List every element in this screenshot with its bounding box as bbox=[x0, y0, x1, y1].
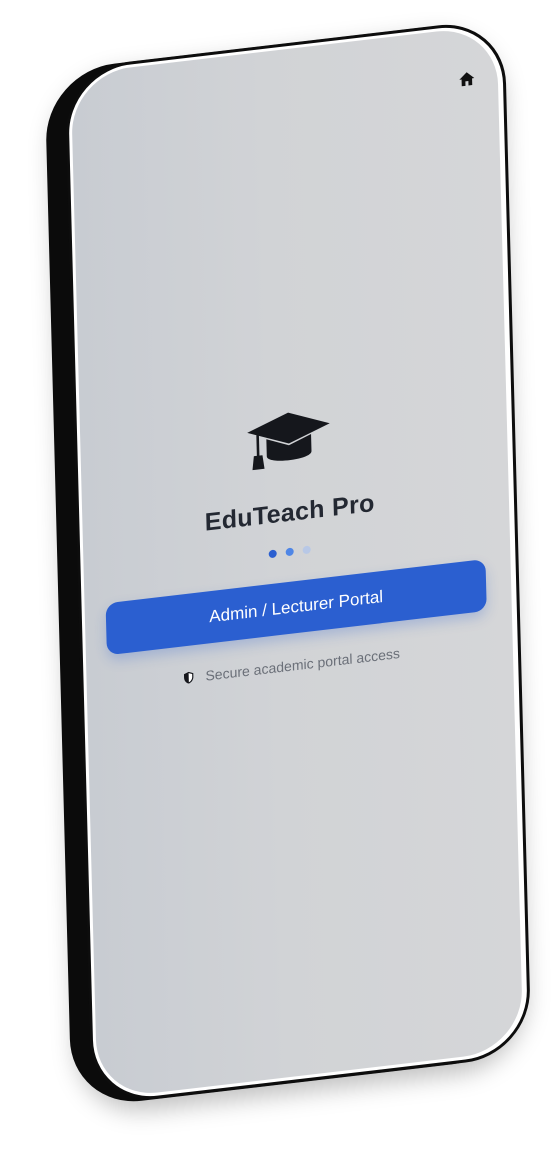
secure-access-text: Secure academic portal access bbox=[205, 644, 401, 684]
admin-lecturer-portal-button[interactable]: Admin / Lecturer Portal bbox=[105, 558, 487, 656]
secure-access-note: Secure academic portal access bbox=[181, 645, 400, 687]
pagination-dot bbox=[268, 549, 277, 559]
graduation-cap-icon bbox=[247, 412, 330, 471]
pagination-dot bbox=[285, 547, 294, 557]
app-screen: EduTeach Pro Admin / Lecturer Portal Sec… bbox=[70, 24, 524, 1100]
home-icon[interactable] bbox=[458, 69, 476, 89]
pagination-dot bbox=[302, 545, 311, 555]
app-title: EduTeach Pro bbox=[204, 488, 375, 537]
welcome-panel: EduTeach Pro Admin / Lecturer Portal Sec… bbox=[80, 383, 513, 697]
shield-icon bbox=[183, 671, 194, 684]
device-mockup: EduTeach Pro Admin / Lecturer Portal Sec… bbox=[0, 0, 553, 1167]
pagination-dots bbox=[268, 545, 311, 559]
